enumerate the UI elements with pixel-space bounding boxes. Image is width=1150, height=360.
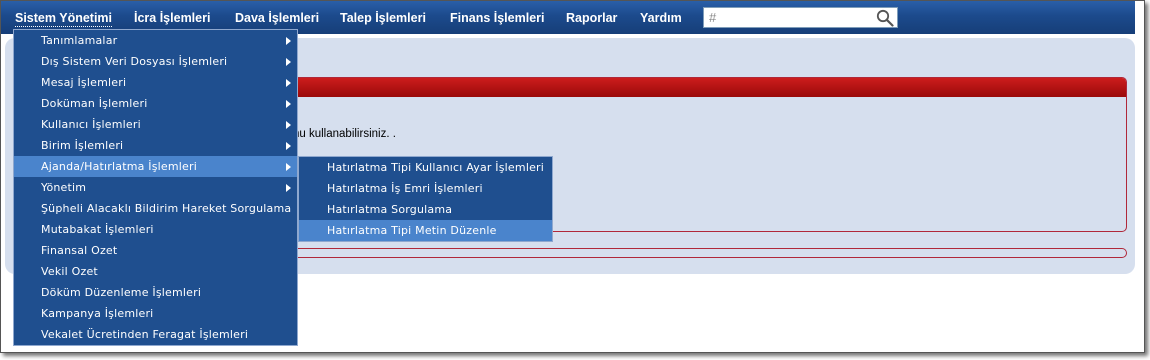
menu-item-label: Finansal Ozet [41,244,118,257]
menu-item-label: Yönetim [41,181,87,194]
menu-item-kullanici-islemleri[interactable]: Kullanıcı İşlemleri [14,114,297,135]
menu-item-label: Döküm Düzenleme İşlemleri [41,286,202,299]
submenu-arrow-icon [286,37,291,45]
submenu-arrow-icon [286,184,291,192]
menu-item-ajanda-hatirlatma[interactable]: Ajanda/Hatırlatma İşlemleri [14,156,297,177]
submenu-arrow-icon [286,79,291,87]
menu-item-label: Vekil Ozet [41,265,98,278]
menu-item-vekalet-ucreti-feragat[interactable]: Vekalet Ücretinden Feragat İşlemleri [14,324,297,345]
secondary-panel [292,248,1127,258]
menu-finans-islemleri[interactable]: Finans İşlemleri [450,1,544,34]
menu-item-label: Vekalet Ücretinden Feragat İşlemleri [41,328,249,341]
submenu-arrow-icon [286,100,291,108]
submenu-item-hatirlatma-is-emri[interactable]: Hatırlatma İş Emri İşlemleri [299,178,552,199]
menu-yardim[interactable]: Yardım [640,1,682,34]
sistem-yonetimi-dropdown: Tanımlamalar Dış Sistem Veri Dosyası İşl… [13,29,298,346]
menu-item-label: Birim İşlemleri [41,139,124,152]
menu-item-label: Ajanda/Hatırlatma İşlemleri [41,160,198,173]
submenu-arrow-icon [286,121,291,129]
menu-item-label: Kampanya İşlemleri [41,307,154,320]
search-input[interactable] [709,8,869,27]
menu-item-label: Kullanıcı İşlemleri [41,118,141,131]
submenu-item-hatirlatma-sorgulama[interactable]: Hatırlatma Sorgulama [299,199,552,220]
ajanda-hatirlatma-submenu: Hatırlatma Tipi Kullanıcı Ayar İşlemleri… [298,156,553,242]
menu-item-yonetim[interactable]: Yönetim [14,177,297,198]
search-box [703,7,898,28]
info-text: nu kullanabilirsiniz. . [293,128,396,140]
panel-header [293,78,1126,97]
menu-item-vekil-ozet[interactable]: Vekil Ozet [14,261,297,282]
menu-item-dis-sistem-veri-dosyasi[interactable]: Dış Sistem Veri Dosyası İşlemleri [14,51,297,72]
menu-item-label: Doküman İşlemleri [41,97,148,110]
menu-label: Sistem Yönetimi [15,11,113,27]
submenu-item-hatirlatma-tipi-kullanici-ayar[interactable]: Hatırlatma Tipi Kullanıcı Ayar İşlemleri [299,157,552,178]
menu-item-tanimlamalar[interactable]: Tanımlamalar [14,30,297,51]
submenu-item-hatirlatma-tipi-metin-duzenle[interactable]: Hatırlatma Tipi Metin Düzenle [299,220,552,241]
app-window: Sistem Yönetimi İcra İşlemleri Dava İşle… [0,0,1145,353]
search-icon[interactable] [876,9,894,27]
menu-item-label: Mutabakat İşlemleri [41,223,154,236]
menu-item-label: Tanımlamalar [41,34,118,47]
menu-item-kampanya-islemleri[interactable]: Kampanya İşlemleri [14,303,297,324]
menu-item-birim-islemleri[interactable]: Birim İşlemleri [14,135,297,156]
menu-raporlar[interactable]: Raporlar [566,1,617,34]
submenu-arrow-icon [286,163,291,171]
submenu-arrow-icon [286,142,291,150]
menu-talep-islemleri[interactable]: Talep İşlemleri [340,1,426,34]
menu-item-label: Mesaj İşlemleri [41,76,127,89]
menu-item-dokum-duzenleme[interactable]: Döküm Düzenleme İşlemleri [14,282,297,303]
menu-item-mesaj-islemleri[interactable]: Mesaj İşlemleri [14,72,297,93]
menu-item-finansal-ozet[interactable]: Finansal Ozet [14,240,297,261]
menu-item-label: Dış Sistem Veri Dosyası İşlemleri [41,55,228,68]
menu-item-label: Şüpheli Alacaklı Bildirim Hareket Sorgul… [41,202,292,215]
menu-item-dokuman-islemleri[interactable]: Doküman İşlemleri [14,93,297,114]
submenu-arrow-icon [286,58,291,66]
menu-item-supheli-alacakli[interactable]: Şüpheli Alacaklı Bildirim Hareket Sorgul… [14,198,297,219]
menu-item-mutabakat-islemleri[interactable]: Mutabakat İşlemleri [14,219,297,240]
